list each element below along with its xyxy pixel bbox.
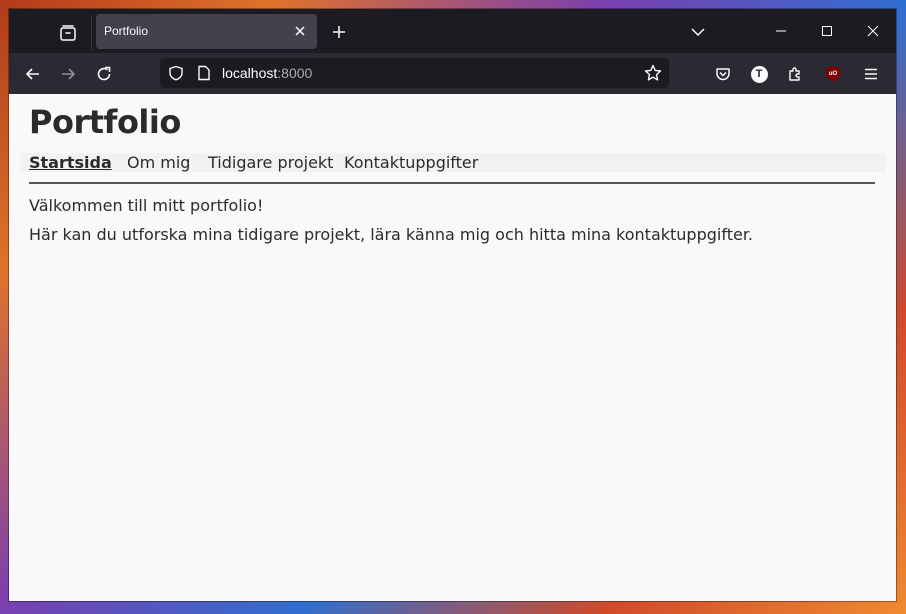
forward-arrow-icon: [62, 68, 76, 80]
app-menu-button[interactable]: [858, 61, 884, 87]
maximize-button[interactable]: [804, 9, 850, 53]
tab-title: Portfolio: [104, 24, 149, 38]
list-all-tabs-button[interactable]: [686, 20, 710, 44]
close-icon: [295, 26, 305, 36]
tab-strip: Portfolio: [9, 9, 896, 53]
back-button[interactable]: [20, 61, 46, 87]
url-host: localhost: [222, 65, 278, 81]
reload-button[interactable]: [91, 61, 117, 87]
navigation-toolbar: localhost:8000 T uO: [9, 53, 896, 94]
url-port: :8000: [277, 65, 313, 81]
tab-overview-button[interactable]: [49, 18, 87, 48]
tab-overview-icon: [60, 25, 76, 41]
hamburger-menu-icon: [865, 68, 877, 80]
avatar: T: [750, 65, 768, 83]
chevron-down-icon: [691, 28, 705, 37]
welcome-text: Välkommen till mitt portfolio!: [29, 196, 264, 215]
ublock-origin-icon: uO: [825, 66, 841, 82]
puzzle-icon: [789, 67, 800, 81]
reload-icon: [97, 66, 111, 81]
page-icon: [198, 65, 210, 81]
nav-link-startsida[interactable]: Startsida: [29, 153, 112, 172]
site-info-button[interactable]: [197, 65, 211, 81]
bookmark-button[interactable]: [644, 64, 662, 82]
intro-text: Här kan du utforska mina tidigare projek…: [29, 225, 754, 244]
address-bar[interactable]: localhost:8000: [160, 58, 669, 88]
back-arrow-icon: [25, 68, 39, 80]
pocket-icon: [716, 68, 730, 81]
tracking-protection-button[interactable]: [168, 65, 184, 81]
site-navigation: Startsida Om mig Tidigare projekt Kontak…: [20, 153, 886, 172]
nav-link-tidigare-projekt[interactable]: Tidigare projekt: [208, 153, 333, 172]
forward-button[interactable]: [55, 61, 81, 87]
tab-close-button[interactable]: [292, 23, 308, 39]
url-text[interactable]: localhost:8000: [222, 65, 312, 81]
page-title: Portfolio: [29, 103, 181, 141]
maximize-icon: [822, 26, 832, 36]
new-tab-button[interactable]: [327, 20, 351, 44]
page-content: Portfolio Startsida Om mig Tidigare proj…: [9, 94, 896, 601]
account-button[interactable]: T: [746, 61, 772, 87]
star-icon: [644, 64, 662, 81]
plus-icon: [333, 26, 345, 38]
browser-window: Portfolio localhost:8000 T uO Portfolio …: [9, 9, 896, 601]
ublock-origin-button[interactable]: uO: [820, 61, 846, 87]
nav-link-kontaktuppgifter[interactable]: Kontaktuppgifter: [344, 153, 478, 172]
nav-link-om-mig[interactable]: Om mig: [127, 153, 190, 172]
pocket-button[interactable]: [710, 61, 736, 87]
shield-icon: [169, 65, 183, 81]
minimize-icon: [776, 30, 786, 32]
tab-portfolio[interactable]: Portfolio: [96, 14, 317, 49]
extensions-button[interactable]: [782, 61, 808, 87]
tab-separator: [91, 15, 92, 51]
window-close-button[interactable]: [850, 9, 896, 53]
nav-divider: [29, 182, 875, 184]
close-icon: [867, 25, 879, 37]
minimize-button[interactable]: [758, 9, 804, 53]
